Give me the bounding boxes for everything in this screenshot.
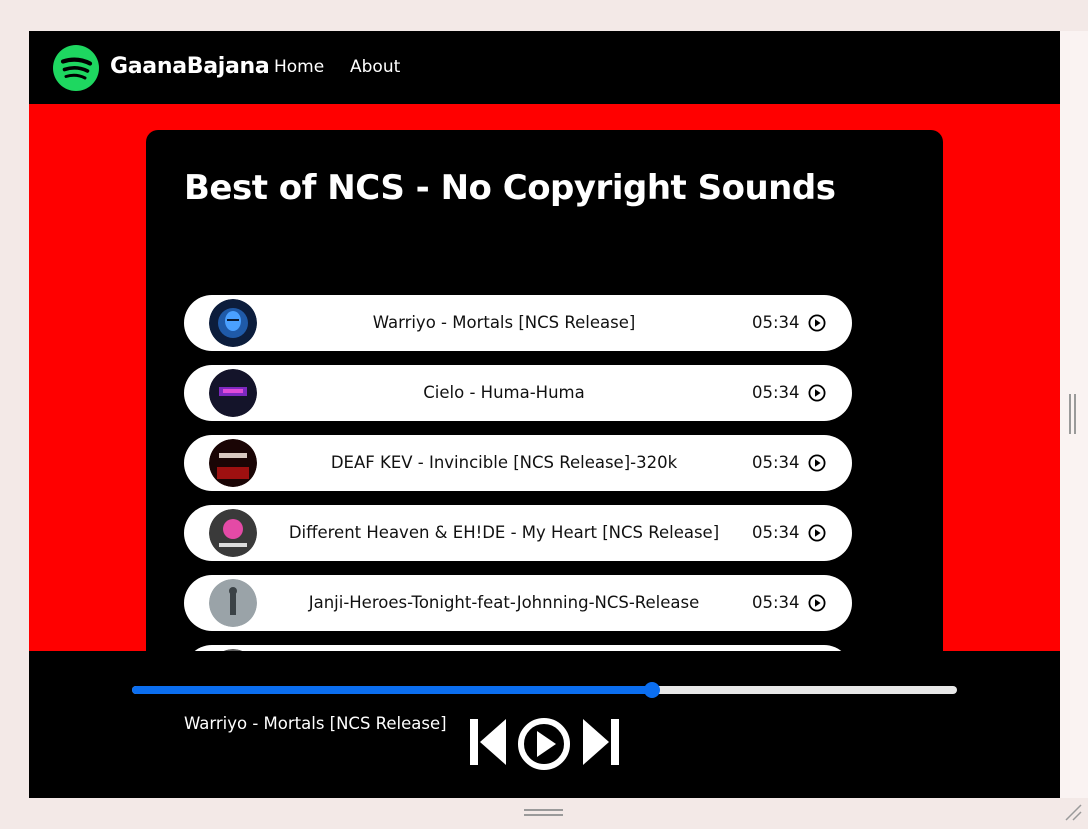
song-duration: 05:34	[752, 313, 800, 332]
resize-grip-icon[interactable]	[1063, 802, 1083, 822]
song-item[interactable]: Cielo - Huma-Huma 05:34	[184, 365, 852, 421]
skip-next-icon[interactable]	[581, 717, 619, 767]
song-title: Janji-Heroes-Tonight-feat-Johnning-NCS-R…	[308, 593, 700, 612]
play-circle-icon[interactable]	[808, 314, 826, 332]
song-title: Warriyo - Mortals [NCS Release]	[372, 313, 636, 332]
song-title: Different Heaven & EH!DE - My Heart [NCS…	[288, 523, 720, 542]
song-duration: 05:34	[752, 523, 800, 542]
play-circle-icon[interactable]	[517, 717, 571, 771]
song-cover-image	[209, 579, 257, 627]
playlist-title: Best of NCS - No Copyright Sounds	[184, 168, 836, 208]
song-duration: 05:34	[752, 383, 800, 402]
progress-fill	[132, 686, 652, 694]
song-item[interactable]: Warriyo - Mortals [NCS Release] 05:34	[184, 295, 852, 351]
player-bar: Warriyo - Mortals [NCS Release]	[29, 651, 1060, 798]
now-playing-title: Warriyo - Mortals [NCS Release]	[184, 714, 447, 733]
skip-previous-icon[interactable]	[470, 717, 508, 767]
play-circle-icon[interactable]	[808, 454, 826, 472]
spotify-logo-icon	[53, 45, 99, 91]
song-item[interactable]: DEAF KEV - Invincible [NCS Release]-320k…	[184, 435, 852, 491]
song-duration: 05:34	[752, 453, 800, 472]
play-circle-icon[interactable]	[808, 594, 826, 612]
navbar: GaanaBajana Home About	[29, 31, 1060, 104]
bottom-resize-handle[interactable]	[524, 809, 563, 817]
song-cover-image	[209, 369, 257, 417]
progress-bar[interactable]	[132, 682, 957, 698]
song-title: DEAF KEV - Invincible [NCS Release]-320k	[330, 453, 678, 472]
song-duration: 05:34	[752, 593, 800, 612]
play-circle-icon[interactable]	[808, 524, 826, 542]
right-resize-handle[interactable]	[1069, 394, 1078, 434]
playlist-container: Best of NCS - No Copyright Sounds Warriy…	[146, 130, 943, 701]
song-item[interactable]: Different Heaven & EH!DE - My Heart [NCS…	[184, 505, 852, 561]
song-cover-image	[209, 299, 257, 347]
song-item[interactable]: Janji-Heroes-Tonight-feat-Johnning-NCS-R…	[184, 575, 852, 631]
song-cover-image	[209, 509, 257, 557]
song-title: Cielo - Huma-Huma	[423, 383, 585, 402]
song-cover-image	[209, 439, 257, 487]
nav-link-about[interactable]: About	[350, 54, 400, 80]
progress-thumb[interactable]	[643, 682, 660, 698]
play-circle-icon[interactable]	[808, 384, 826, 402]
brand-name: GaanaBajana	[110, 54, 270, 79]
app-viewport: GaanaBajana Home About Best of NCS - No …	[29, 31, 1060, 798]
nav-link-home[interactable]: Home	[274, 54, 324, 80]
